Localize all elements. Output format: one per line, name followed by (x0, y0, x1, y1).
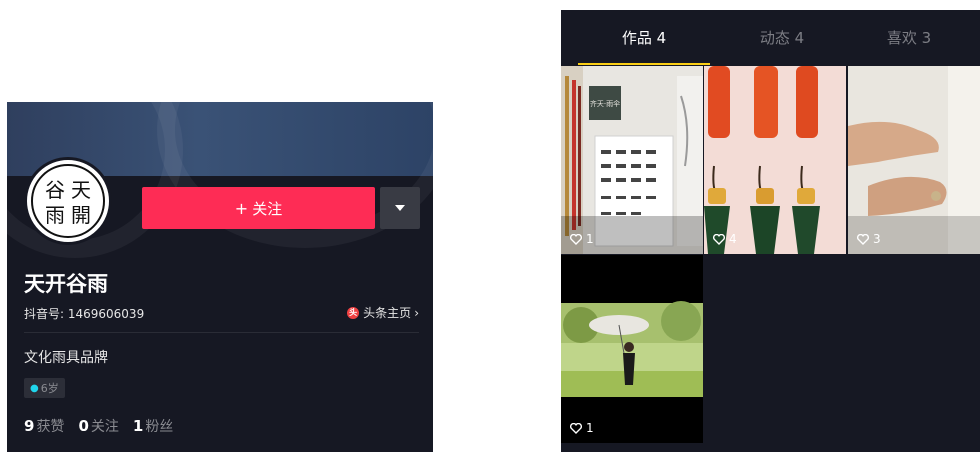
video-thumbnail[interactable]: 3 (848, 66, 980, 254)
svg-text:開: 開 (71, 203, 91, 227)
stat-fans[interactable]: 1 粉丝 (133, 416, 173, 436)
heart-icon (857, 233, 869, 245)
profile-bio: 文化雨具品牌 (24, 350, 108, 366)
avatar[interactable]: 谷 天 雨 開 (24, 157, 112, 245)
like-count: 1 (570, 232, 594, 246)
works-tabbar: 作品 4 动态 4 喜欢 3 (561, 10, 980, 65)
profile-card: 谷 天 雨 開 + 关注 天开谷雨 抖音号: 1469606039 头 头条主页… (7, 102, 433, 452)
video-thumbnail[interactable]: 4 (704, 66, 846, 254)
like-count: 4 (713, 232, 737, 246)
video-thumbnail[interactable]: 1 (561, 255, 703, 443)
tab-indicator (578, 63, 710, 65)
heart-icon (570, 233, 582, 245)
like-count: 3 (857, 232, 881, 246)
video-thumbnail[interactable]: 齐天·雨伞 1 (561, 66, 703, 254)
plus-icon: + (234, 198, 249, 218)
follow-button[interactable]: + 关注 (142, 187, 375, 229)
stat-following[interactable]: 0 关注 (78, 416, 118, 436)
tab-activity[interactable]: 动态 4 (711, 10, 853, 65)
svg-text:谷: 谷 (45, 178, 65, 202)
works-panel: 作品 4 动态 4 喜欢 3 齐天·雨伞 1 4 3 1 (561, 10, 980, 452)
triangle-down-icon (395, 205, 405, 211)
chevron-right-icon: › (414, 305, 419, 320)
stat-likes[interactable]: 9 获赞 (24, 416, 64, 436)
svg-text:雨: 雨 (45, 203, 65, 227)
age-badge: ● 6岁 (24, 378, 65, 398)
heart-icon (570, 422, 582, 434)
age-label: 6岁 (40, 382, 59, 395)
tab-works[interactable]: 作品 4 (573, 10, 715, 65)
divider (24, 332, 419, 333)
profile-name: 天开谷雨 (24, 272, 108, 296)
douyin-id: 抖音号: 1469606039 (24, 307, 145, 321)
profile-stats: 9 获赞 0 关注 1 粉丝 (24, 416, 187, 436)
person-icon: ● (30, 382, 39, 394)
toutiao-icon: 头 (347, 306, 360, 319)
svg-text:天: 天 (71, 178, 91, 202)
follow-button-label: 关注 (252, 199, 283, 218)
toutiao-link-label: 头条主页 (363, 306, 412, 320)
toutiao-homepage-link[interactable]: 头 头条主页 › (347, 304, 419, 321)
like-count: 1 (570, 421, 594, 435)
tab-liked[interactable]: 喜欢 3 (838, 10, 980, 65)
heart-icon (713, 233, 725, 245)
more-dropdown-button[interactable] (380, 187, 420, 229)
svg-text:齐天·雨伞: 齐天·雨伞 (590, 99, 620, 108)
